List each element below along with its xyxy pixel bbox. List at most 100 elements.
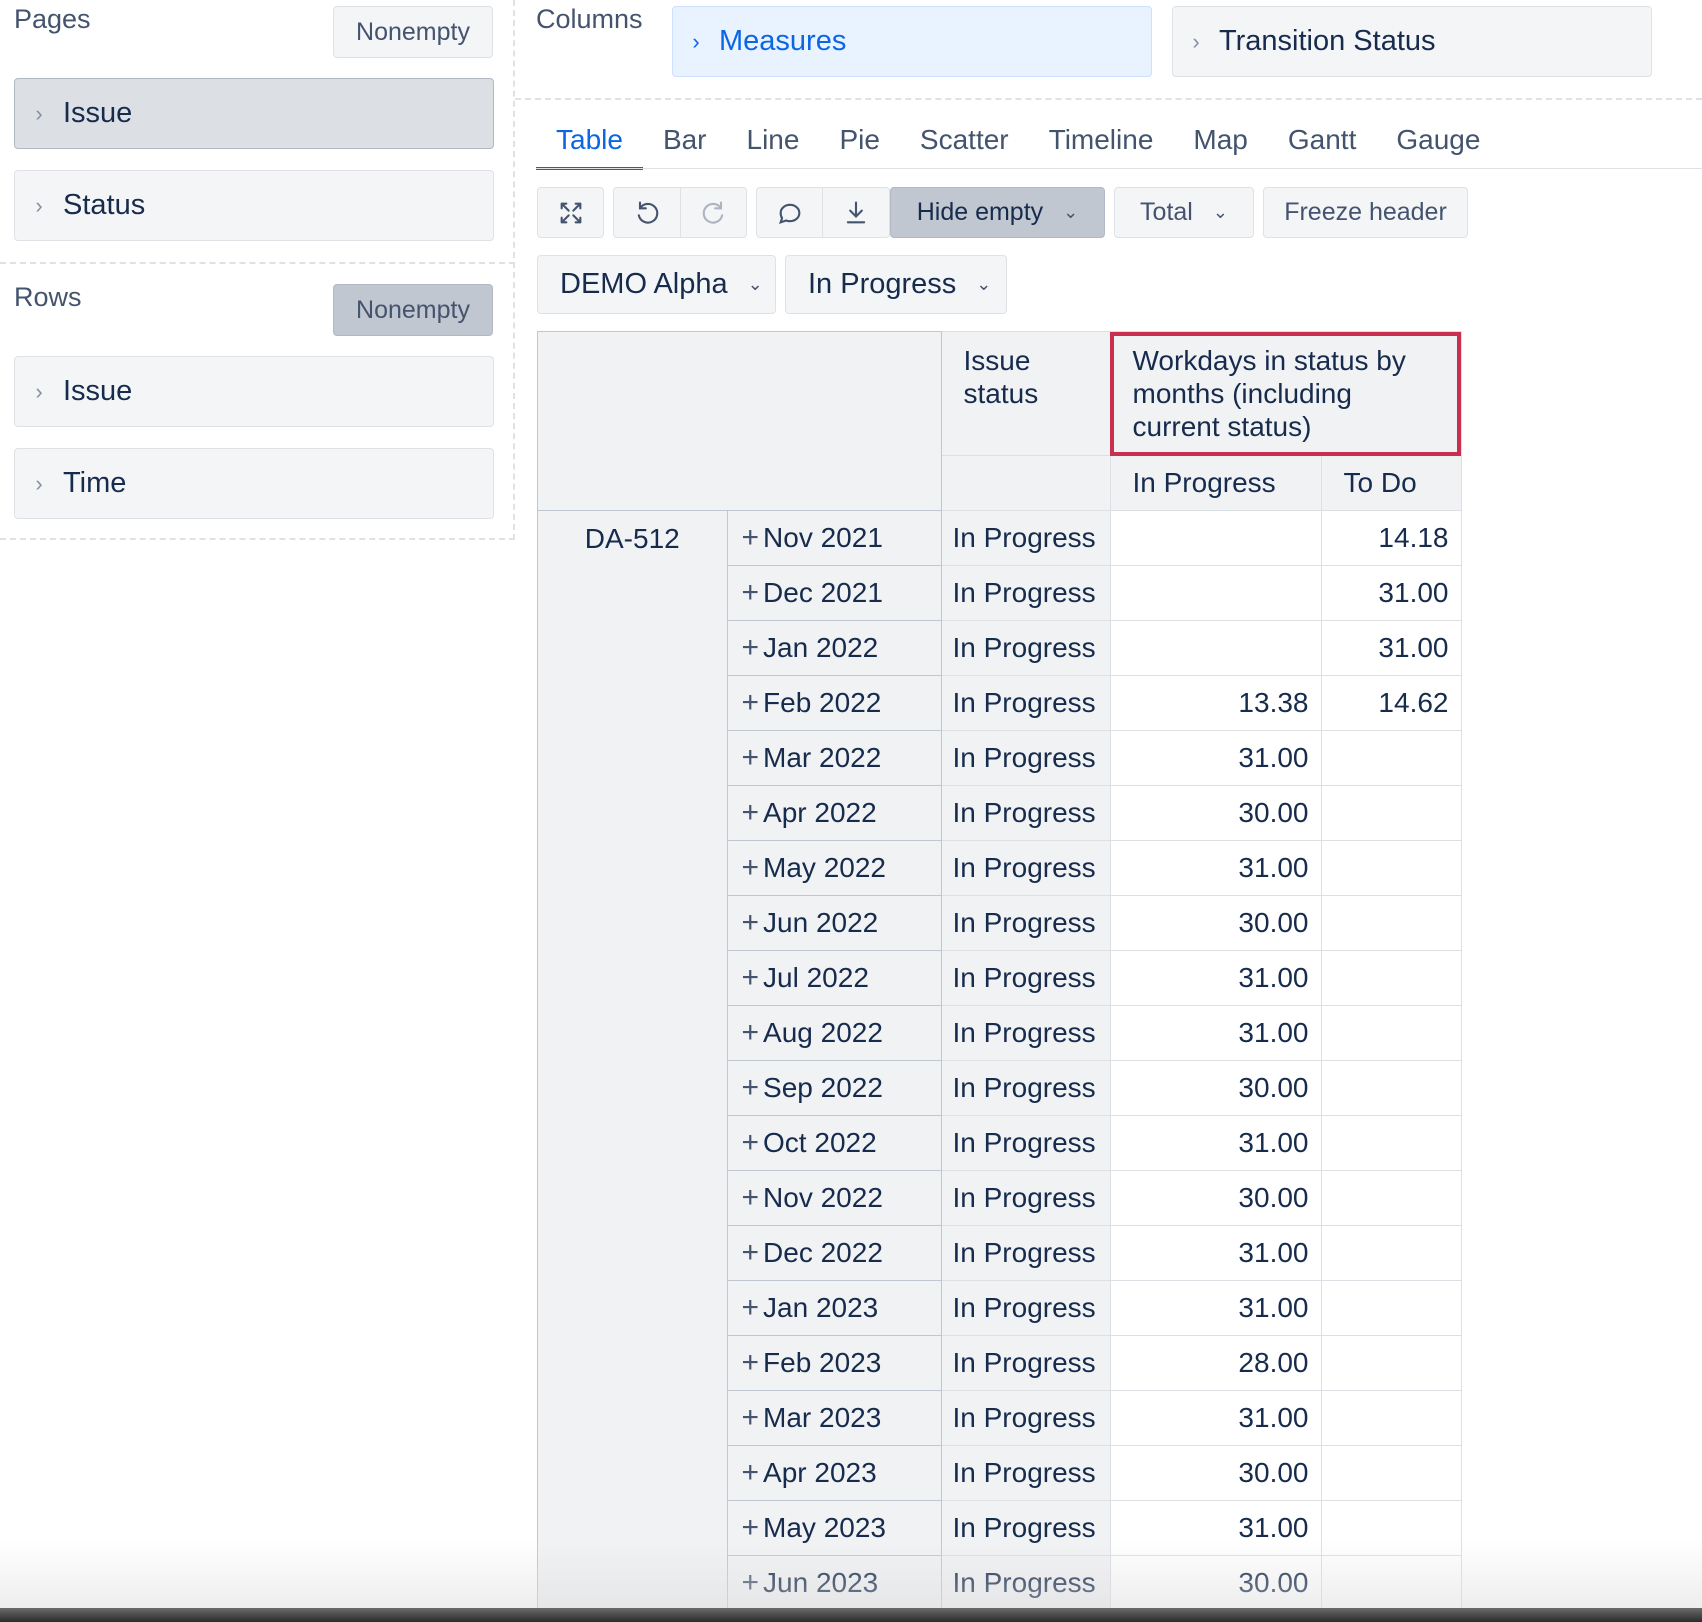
tabs-underline [536,168,1702,169]
in-progress-cell: 31.00 [1110,1005,1322,1061]
expand-plus-icon[interactable]: + [742,961,760,994]
expand-plus-icon[interactable]: + [742,1126,760,1159]
expand-plus-icon[interactable]: + [742,1181,760,1214]
pages-item-status[interactable]: › Status [14,170,494,241]
status-cell: In Progress [941,950,1111,1006]
row-header-month[interactable]: + Dec 2022 [727,1225,942,1281]
pages-item-issue[interactable]: › Issue [14,78,494,149]
in-progress-cell: 31.00 [1110,1500,1322,1556]
comment-icon [778,203,800,224]
row-header-month[interactable]: + Jun 2023 [727,1555,942,1611]
to-do-cell: 31.00 [1321,620,1462,676]
header-issue-status[interactable]: Issue status [940,331,1111,456]
rows-item-issue[interactable]: › Issue [14,356,494,427]
in-progress-cell: 31.00 [1110,1390,1322,1446]
tab-map[interactable]: Map [1173,118,1267,170]
in-progress-cell: 31.00 [1110,730,1322,786]
tab-timeline[interactable]: Timeline [1029,118,1174,170]
row-header-month[interactable]: + Apr 2023 [727,1445,942,1501]
project-filter-dropdown[interactable]: DEMO Alpha ⌄ [537,255,776,314]
download-icon [846,200,866,223]
month-label: Jun 2023 [763,1567,879,1598]
row-header-month[interactable]: + Sep 2022 [727,1060,942,1116]
row-header-month[interactable]: + Jan 2023 [727,1280,942,1336]
status-filter-dropdown[interactable]: In Progress ⌄ [785,255,1007,314]
expand-plus-icon[interactable]: + [742,1456,760,1489]
row-header-issue[interactable]: DA-512 [538,510,728,1611]
rows-item-label: Issue [63,375,133,407]
status-cell: In Progress [941,1390,1111,1446]
export-button[interactable] [822,187,890,238]
expand-plus-icon[interactable]: + [742,1236,760,1269]
pages-nonempty-button[interactable]: Nonempty [333,6,493,58]
row-header-month[interactable]: + Apr 2022 [727,785,942,841]
in-progress-cell [1110,565,1322,621]
expand-plus-icon[interactable]: + [742,631,760,664]
in-progress-cell: 30.00 [1110,1445,1322,1501]
rows-nonempty-button[interactable]: Nonempty [333,284,493,336]
tab-gauge[interactable]: Gauge [1376,118,1500,170]
expand-plus-icon[interactable]: + [742,741,760,774]
month-label: Jul 2022 [763,962,869,993]
expand-plus-icon[interactable]: + [742,1511,760,1544]
redo-button[interactable] [680,187,747,238]
row-header-month[interactable]: + Jul 2022 [727,950,942,1006]
row-header-month[interactable]: + Feb 2022 [727,675,942,731]
month-label: Feb 2023 [763,1347,882,1378]
hide-empty-dropdown[interactable]: Hide empty ⌄ [890,187,1105,238]
fullscreen-button[interactable] [537,187,604,238]
expand-plus-icon[interactable]: + [742,1071,760,1104]
month-label: May 2023 [763,1512,886,1543]
tab-line[interactable]: Line [727,118,820,170]
row-header-month[interactable]: + Oct 2022 [727,1115,942,1171]
row-header-month[interactable]: + Jun 2022 [727,895,942,951]
row-header-month[interactable]: + May 2022 [727,840,942,896]
header-measure[interactable]: Workdays in status by months (including … [1109,331,1462,456]
freeze-header-button[interactable]: Freeze header [1263,187,1468,238]
in-progress-cell: 31.00 [1110,1225,1322,1281]
row-header-month[interactable]: + Jan 2022 [727,620,942,676]
header-sub-in-progress[interactable]: In Progress [1109,455,1322,511]
columns-title: Columns [536,4,643,34]
rows-item-label: Time [63,467,127,499]
status-cell: In Progress [941,565,1111,621]
month-label: Apr 2022 [763,797,877,828]
undo-icon [637,200,659,224]
expand-plus-icon[interactable]: + [742,1016,760,1049]
expand-plus-icon[interactable]: + [742,906,760,939]
rows-item-time[interactable]: › Time [14,448,494,519]
expand-plus-icon[interactable]: + [742,1291,760,1324]
expand-plus-icon[interactable]: + [742,576,760,609]
total-dropdown[interactable]: Total ⌄ [1114,187,1254,238]
columns-item-measures[interactable]: › Measures [672,6,1152,77]
expand-plus-icon[interactable]: + [742,686,760,719]
expand-plus-icon[interactable]: + [742,1346,760,1379]
tab-gantt[interactable]: Gantt [1268,118,1376,170]
expand-plus-icon[interactable]: + [742,851,760,884]
row-header-month[interactable]: + Mar 2023 [727,1390,942,1446]
row-header-month[interactable]: + Nov 2022 [727,1170,942,1226]
status-cell: In Progress [941,1280,1111,1336]
tab-scatter[interactable]: Scatter [900,118,1029,170]
status-cell: In Progress [941,675,1111,731]
undo-button[interactable] [613,187,681,238]
columns-item-transition-status[interactable]: › Transition Status [1172,6,1652,77]
row-header-month[interactable]: + Mar 2022 [727,730,942,786]
expand-plus-icon[interactable]: + [742,1566,760,1599]
row-header-month[interactable]: + Nov 2021 [727,510,942,566]
tab-bar[interactable]: Bar [643,118,727,170]
status-cell: In Progress [941,1335,1111,1391]
row-header-month[interactable]: + Aug 2022 [727,1005,942,1061]
expand-plus-icon[interactable]: + [742,1401,760,1434]
expand-plus-icon[interactable]: + [742,796,760,829]
row-header-month[interactable]: + Feb 2023 [727,1335,942,1391]
comment-button[interactable] [756,187,823,238]
to-do-cell [1321,1225,1462,1281]
expand-plus-icon[interactable]: + [742,521,760,554]
to-do-cell: 14.18 [1321,510,1462,566]
tab-table[interactable]: Table [536,118,643,170]
row-header-month[interactable]: + Dec 2021 [727,565,942,621]
row-header-month[interactable]: + May 2023 [727,1500,942,1556]
header-sub-to-do[interactable]: To Do [1320,455,1462,511]
tab-pie[interactable]: Pie [819,118,899,170]
